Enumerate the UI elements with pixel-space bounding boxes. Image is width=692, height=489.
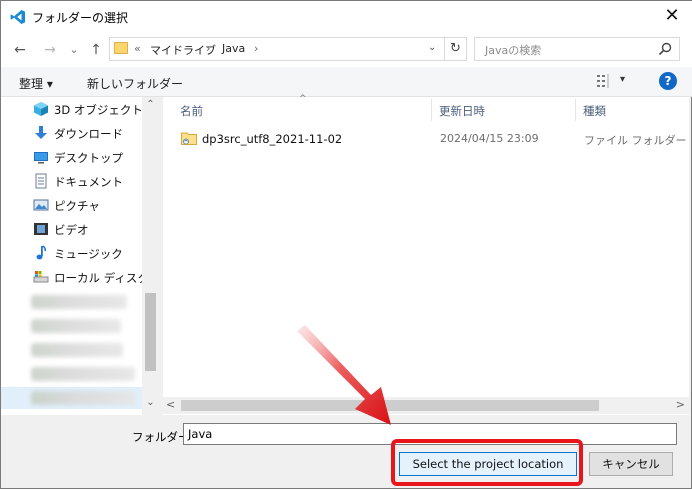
up-arrow-icon[interactable]: ↑ — [87, 41, 105, 59]
nav-item-pictures[interactable]: ピクチャ — [33, 195, 143, 215]
scroll-down-icon[interactable]: ⌄ — [142, 397, 159, 408]
search-placeholder: Javaの検索 — [485, 44, 542, 57]
scroll-up-icon[interactable]: ⌃ — [142, 99, 159, 110]
scroll-right-icon[interactable]: > — [676, 398, 685, 411]
window-title: フォルダーの選択 — [32, 11, 129, 25]
recent-locations-chevron-icon[interactable]: ⌄ — [65, 41, 83, 59]
scroll-thumb[interactable] — [181, 400, 599, 411]
blurred-nav-entry — [31, 295, 127, 309]
scroll-left-icon[interactable]: < — [166, 398, 175, 411]
help-icon[interactable]: ? — [659, 72, 677, 90]
column-header-name[interactable]: 名前 — [180, 103, 203, 119]
sort-indicator-icon: ^ — [299, 94, 307, 104]
desktop-icon — [34, 152, 48, 164]
new-folder-button[interactable]: 新しいフォルダー — [87, 75, 183, 92]
file-type: ファイル フォルダー — [584, 134, 687, 147]
blurred-nav-entry — [31, 343, 123, 357]
nav-pane-scrollbar[interactable]: ⌃ ⌄ — [142, 97, 159, 415]
column-header-modified[interactable]: 更新日時 — [439, 103, 485, 119]
videos-icon — [34, 223, 48, 235]
blurred-nav-entry — [31, 391, 135, 405]
column-divider[interactable] — [575, 99, 576, 121]
file-list: ^ 名前 更新日時 種類 dp3src_utf8_2021-11-02 2024… — [163, 94, 689, 415]
nav-item-videos[interactable]: ビデオ — [33, 219, 143, 239]
folder-icon — [181, 132, 197, 145]
vscode-icon — [10, 10, 25, 24]
navigation-pane: 3D オブジェクト ダウンロード デスクトップ ドキュメント ピクチャ ビデオ … — [1, 97, 159, 415]
table-row[interactable]: dp3src_utf8_2021-11-02 2024/04/15 23:09 … — [173, 129, 687, 149]
nav-item-music[interactable]: ミュージック — [33, 243, 143, 263]
column-divider[interactable] — [431, 99, 432, 121]
title-bar: フォルダーの選択 ✕ — [1, 1, 692, 33]
nav-item-3d-objects[interactable]: 3D オブジェクト — [33, 99, 143, 119]
blurred-nav-entry — [31, 367, 135, 381]
cancel-button[interactable]: キャンセル — [589, 452, 673, 476]
breadcrumb-separator[interactable]: › — [206, 42, 210, 55]
documents-icon — [35, 173, 47, 189]
search-input[interactable]: Javaの検索 — [474, 37, 680, 61]
view-options-icon[interactable] — [597, 74, 613, 88]
folder-name-value: Java — [188, 427, 213, 441]
local-disk-icon — [33, 271, 49, 283]
breadcrumb-java[interactable]: Java — [222, 42, 245, 55]
breadcrumb-separator[interactable]: › — [254, 42, 258, 55]
blurred-nav-entry — [31, 319, 121, 333]
breadcrumb-overflow[interactable]: « — [134, 42, 141, 55]
close-icon[interactable]: ✕ — [661, 5, 683, 27]
pictures-icon — [33, 199, 49, 211]
address-bar[interactable]: « マイドライブ › Java › ⌄ — [109, 37, 445, 61]
download-icon — [35, 126, 47, 139]
nav-item-desktop[interactable]: デスクトップ — [33, 147, 143, 167]
file-name: dp3src_utf8_2021-11-02 — [202, 132, 343, 146]
folder-select-dialog: フォルダーの選択 ✕ ← → ⌄ ↑ « マイドライブ › Java › ⌄ ↻… — [0, 0, 692, 489]
file-modified: 2024/04/15 23:09 — [440, 132, 539, 145]
horizontal-scrollbar[interactable]: < > — [163, 397, 689, 414]
forward-arrow-icon[interactable]: → — [41, 41, 59, 59]
search-icon[interactable] — [657, 41, 673, 57]
address-row: ← → ⌄ ↑ « マイドライブ › Java › ⌄ ↻ Javaの検索 — [1, 33, 692, 67]
view-dropdown-icon[interactable]: ▾ — [620, 74, 625, 85]
command-toolbar: 整理 ▾ 新しいフォルダー ▾ ? — [1, 67, 692, 97]
music-icon — [36, 245, 47, 260]
scroll-thumb[interactable] — [145, 293, 156, 371]
3d-objects-icon — [34, 102, 48, 116]
back-arrow-icon[interactable]: ← — [11, 41, 29, 59]
folder-icon — [114, 42, 128, 54]
select-project-location-button[interactable]: Select the project location — [399, 452, 577, 476]
address-dropdown-icon[interactable]: ⌄ — [428, 42, 436, 53]
nav-item-downloads[interactable]: ダウンロード — [33, 123, 143, 143]
column-header-type[interactable]: 種類 — [583, 103, 606, 119]
nav-item-documents[interactable]: ドキュメント — [33, 171, 143, 191]
refresh-icon[interactable]: ↻ — [445, 37, 467, 61]
organize-menu-button[interactable]: 整理 ▾ — [19, 75, 53, 92]
nav-item-local-disk[interactable]: ローカル ディスク (C — [33, 267, 159, 287]
